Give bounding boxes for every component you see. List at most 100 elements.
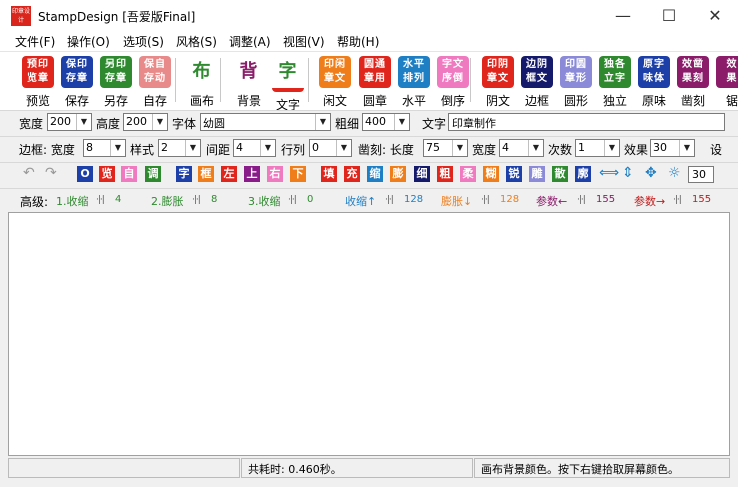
- count-select[interactable]: 1 ▼: [575, 139, 620, 157]
- chevron-down-icon: ▼: [452, 140, 467, 156]
- yin-text-icon: 印阴 章文: [482, 56, 514, 88]
- save-button[interactable]: 保印 存章 保存: [57, 56, 97, 109]
- advanced-label: 高级:: [20, 195, 49, 209]
- menu-style[interactable]: 风格(S): [176, 33, 217, 50]
- effect-12-button[interactable]: 缩: [367, 166, 383, 182]
- effect-14-button[interactable]: 细: [414, 166, 430, 182]
- advanced-4-value: 128: [500, 194, 520, 205]
- background-button[interactable]: 背背景: [229, 56, 269, 109]
- height-select[interactable]: 200 ▼: [123, 113, 168, 131]
- round-stamp-button[interactable]: 圆通 章用 圆章: [355, 56, 395, 109]
- spacing-select[interactable]: 4 ▼: [233, 139, 276, 157]
- text-button[interactable]: 字文字: [268, 56, 308, 113]
- effect-6-button[interactable]: 左: [221, 166, 237, 182]
- chisel-width-select[interactable]: 4 ▼: [499, 139, 544, 157]
- icon-glyph: 保印: [66, 59, 88, 70]
- effect-13-button[interactable]: 膨: [390, 166, 406, 182]
- icon-glyph: 框文: [526, 73, 548, 84]
- width-select[interactable]: 200 ▼: [47, 113, 92, 131]
- height-label: 高度: [96, 117, 121, 131]
- undo-icon[interactable]: ↶: [23, 165, 35, 181]
- border-width-select[interactable]: 8 ▼: [83, 139, 126, 157]
- save-as-button[interactable]: 另印 存章 另存: [96, 56, 136, 109]
- preview-button[interactable]: 预印 览章 预览: [18, 56, 58, 109]
- effect-2-button[interactable]: 自: [121, 166, 137, 182]
- chevron-down-icon: ▼: [528, 140, 543, 156]
- effect-7-button[interactable]: 上: [244, 166, 260, 182]
- yin-text-button[interactable]: 印阴 章文 阴文: [478, 56, 518, 109]
- effect-18-button[interactable]: 锐: [506, 166, 522, 182]
- main-toolbar: 预印 览章 预览 保印 存章 保存 另印 存章 另存 保自 存动 自存布画布背背景字文字 印闲 章文 闲文圆…: [0, 51, 738, 113]
- status-hint: 画布背景颜色。按下右键拾取屏幕颜色。: [474, 458, 730, 478]
- menu-adjust[interactable]: 调整(A): [229, 33, 271, 50]
- advanced-row: 高级: 1.收缩 ·|·| 4 2.膨胀 ·|·| 8 3.收缩 ·|·| 0 收缩↑ ·|·| 12…: [0, 188, 738, 213]
- effect-19-button[interactable]: 雕: [529, 166, 545, 182]
- move-icon[interactable]: ✥: [645, 165, 657, 181]
- effect-11-button[interactable]: 充: [344, 166, 360, 182]
- brightness-icon[interactable]: ☼: [668, 165, 681, 181]
- effect-label: 效果: [624, 143, 649, 157]
- horizontal-button[interactable]: 水平 排列 水平: [394, 56, 434, 109]
- horizontal-label: 水平: [401, 94, 426, 108]
- horizontal-arrow-icon[interactable]: ⟺: [599, 165, 619, 181]
- effect-1-button[interactable]: 览: [99, 166, 115, 182]
- leisure-text-icon: 印闲 章文: [319, 56, 351, 88]
- effect-17-button[interactable]: 糊: [483, 166, 499, 182]
- status-pane-empty: [8, 458, 240, 478]
- effect-0-button[interactable]: O: [77, 166, 93, 182]
- auto-save-button[interactable]: 保自 存动 自存: [135, 56, 175, 109]
- text-label: 文字: [422, 117, 447, 131]
- chevron-down-icon: ▼: [152, 114, 167, 130]
- effect-3-button[interactable]: 调: [145, 166, 161, 182]
- menu-options[interactable]: 选项(S): [123, 33, 164, 50]
- icon-glyph: 另印: [105, 59, 127, 70]
- menu-help[interactable]: 帮助(H): [337, 33, 379, 50]
- effect-15-button[interactable]: 粗: [437, 166, 453, 182]
- icon-glyph: 览章: [27, 73, 49, 84]
- stamp-canvas[interactable]: [8, 212, 730, 456]
- menu-operation[interactable]: 操作(O): [67, 33, 110, 50]
- weight-select[interactable]: 400 ▼: [362, 113, 410, 131]
- reverse-order-icon: 字文 序倒: [437, 56, 469, 88]
- reverse-order-button[interactable]: 字文 序倒 倒序: [433, 56, 473, 109]
- effect-8-button[interactable]: 右: [267, 166, 283, 182]
- independent-button[interactable]: 独各 立字 独立: [595, 56, 635, 109]
- chisel-button[interactable]: 效凿 果刻 凿刻: [673, 56, 713, 109]
- advanced-6-label: 参数→: [634, 195, 666, 208]
- style-select[interactable]: 2 ▼: [158, 139, 201, 157]
- font-select[interactable]: 幼圆 ▼: [200, 113, 331, 131]
- effect-21-button[interactable]: 廓: [575, 166, 591, 182]
- redo-icon[interactable]: ↷: [45, 165, 57, 181]
- border-button[interactable]: 边阴 框文 边框: [517, 56, 557, 109]
- effect-20-button[interactable]: 散: [552, 166, 568, 182]
- effect-5-button[interactable]: 框: [198, 166, 214, 182]
- icon-glyph: 背: [239, 61, 259, 82]
- effect-select[interactable]: 30 ▼: [650, 139, 695, 157]
- effect-9-button[interactable]: 下: [290, 166, 306, 182]
- effect-4-button[interactable]: 字: [176, 166, 192, 182]
- round-shape-button[interactable]: 印圆 章形 圆形: [556, 56, 596, 109]
- saw-label: 锯: [725, 94, 738, 108]
- effect-value-input[interactable]: 30: [688, 166, 714, 183]
- stamp-text-input[interactable]: 印章制作: [448, 113, 725, 131]
- icon-glyph: 存动: [144, 73, 166, 84]
- leisure-text-button[interactable]: 印闲 章文 闲文: [315, 56, 355, 109]
- saw-button[interactable]: 效果锯: [712, 56, 738, 109]
- minimize-button[interactable]: —: [600, 0, 646, 31]
- vertical-arrow-icon[interactable]: ⇕: [622, 165, 634, 181]
- preview-label: 预览: [25, 94, 50, 108]
- menu-file[interactable]: 文件(F): [15, 33, 55, 50]
- effect-16-button[interactable]: 柔: [460, 166, 476, 182]
- chisel-length-select[interactable]: 75 ▼: [423, 139, 468, 157]
- close-button[interactable]: ✕: [692, 0, 738, 31]
- row-col-select[interactable]: 0 ▼: [309, 139, 352, 157]
- menu-view[interactable]: 视图(V): [283, 33, 325, 50]
- icon-glyph: 序倒: [442, 73, 464, 84]
- original-button[interactable]: 原字 味体 原味: [634, 56, 674, 109]
- canvas-button[interactable]: 布画布: [182, 56, 222, 109]
- settings-label[interactable]: 设: [710, 141, 722, 158]
- effect-10-button[interactable]: 填: [321, 166, 337, 182]
- maximize-button[interactable]: ☐: [646, 0, 692, 31]
- yin-text-label: 阴文: [485, 94, 510, 108]
- leisure-text-label: 闲文: [322, 94, 347, 108]
